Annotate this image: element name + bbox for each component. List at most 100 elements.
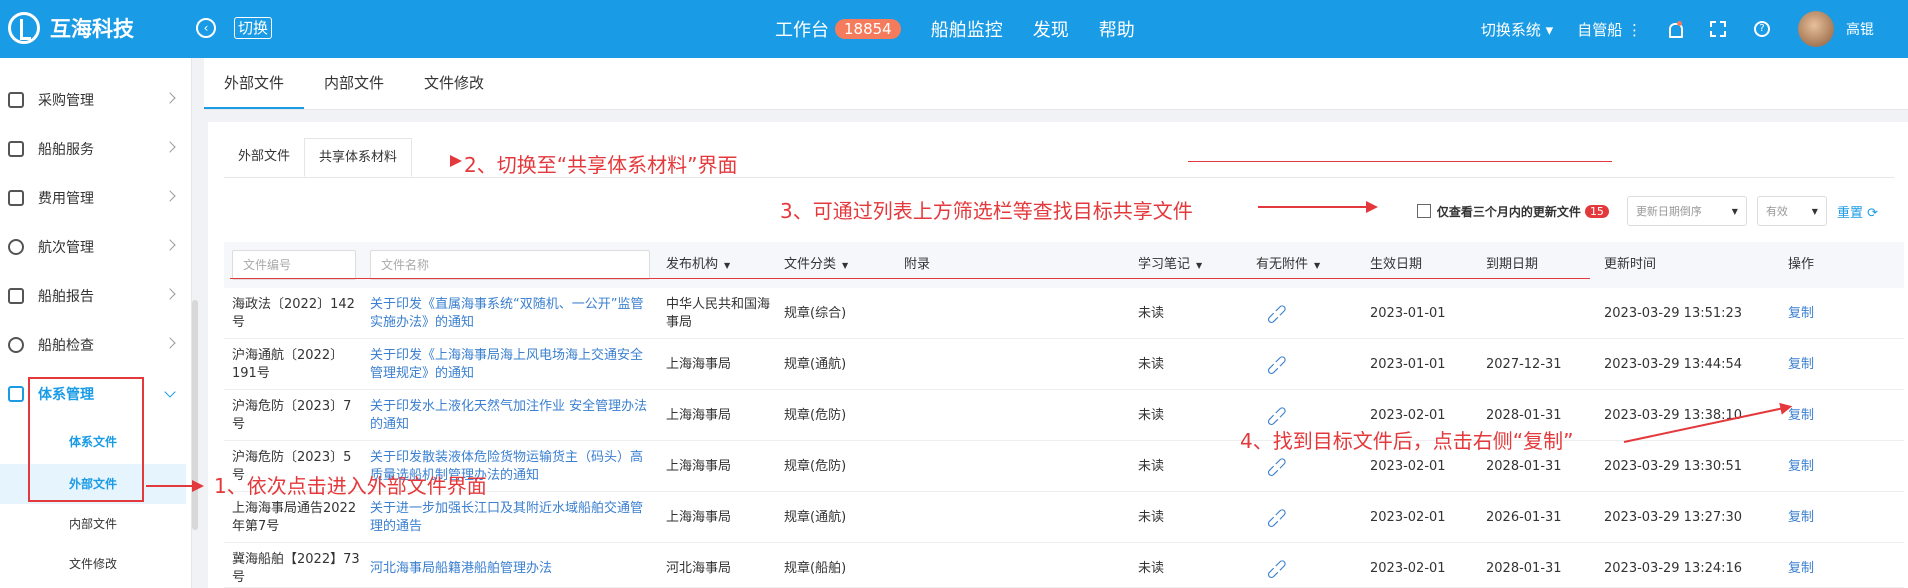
copy-button[interactable]: 复制 <box>1788 339 1814 390</box>
paperclip-icon[interactable]: ⊂⊃ <box>1261 553 1292 584</box>
page-tabs: 外部文件 内部文件 文件修改 <box>204 58 1908 110</box>
chevron-right-icon <box>164 190 176 202</box>
nav-help[interactable]: 帮助 <box>1099 16 1135 42</box>
doc-name-link[interactable]: 关于进一步加强长江口及其附近水域船舶交通管理的通告 <box>370 492 650 543</box>
notes-header[interactable]: 学习笔记 ▼ <box>1138 242 1202 288</box>
paperclip-icon[interactable]: ⊂⊃ <box>1261 298 1292 329</box>
annotation-arrow-3 <box>1258 201 1378 213</box>
workbench-badge: 18854 <box>835 19 901 39</box>
sidebar-item-label: 船舶服务 <box>38 142 94 158</box>
tab-internal[interactable]: 内部文件 <box>304 58 404 109</box>
tab-revision[interactable]: 文件修改 <box>404 58 504 109</box>
copy-button[interactable]: 复制 <box>1788 441 1814 492</box>
subtab-external[interactable]: 外部文件 <box>224 138 304 177</box>
doc-name-link[interactable]: 关于印发《上海海事局海上风电场海上交通安全管理规定》的通知 <box>370 339 650 390</box>
app-root: 互海科技 ‹ 切换 工作台 18854 船舶监控 发现 帮助 切换系统 ▾ 自管… <box>0 0 1908 588</box>
globe-icon <box>8 239 24 255</box>
doc-no-cell: 上海海事局通告2022年第7号 <box>232 500 357 534</box>
doc-no-cell: 冀海船舶【2022】73号 <box>232 551 360 585</box>
paperclip-icon[interactable]: ⊂⊃ <box>1261 349 1292 380</box>
logo: 互海科技 <box>8 12 134 44</box>
sidebar-item-ship-report[interactable]: 船舶报告 <box>0 276 186 316</box>
doc-no-cell: 沪海通航〔2022〕191号 <box>232 347 344 381</box>
doc-no-filter-input[interactable]: 文件编号 <box>232 250 356 280</box>
updated-cell: 2023-03-29 13:38:10 <box>1604 407 1743 423</box>
sidebar-item-label: 采购管理 <box>38 93 94 109</box>
doc-name-filter-input[interactable]: 文件名称 <box>370 250 650 280</box>
notes-cell: 未读 <box>1138 356 1165 372</box>
table-header: 文件编号 文件名称 发布机构 ▼ 文件分类 ▼ 附录 学习笔记 ▼ 有无附件 ▼ 生效日… <box>224 242 1904 288</box>
sidebar-item-purchase[interactable]: 采购管理 <box>0 80 186 120</box>
table-row: 冀海船舶【2022】73号 河北海事局船籍港船舶管理办法 河北海事局 规章(船舶… <box>224 543 1904 588</box>
issuer-header[interactable]: 发布机构 ▼ <box>666 242 730 288</box>
caret-down-icon: ▼ <box>842 261 849 270</box>
paperclip-icon[interactable]: ⊂⊃ <box>1261 451 1292 482</box>
subtab-shared-materials[interactable]: 共享体系材料 <box>304 138 413 177</box>
back-icon[interactable]: ‹ <box>196 18 216 38</box>
chevron-right-icon <box>164 141 176 153</box>
avatar[interactable] <box>1798 11 1834 47</box>
attachment-header[interactable]: 有无附件 ▼ <box>1256 242 1320 288</box>
category-header[interactable]: 文件分类 ▼ <box>784 242 848 288</box>
doc-name-link[interactable]: 关于印发水上液化天然气加注作业 安全管理办法的通知 <box>370 390 650 441</box>
sidebar-scrollbar[interactable] <box>192 300 198 530</box>
issuer-header-label: 发布机构 <box>666 257 719 272</box>
notes-cell: 未读 <box>1138 407 1165 423</box>
nav-workbench[interactable]: 工作台 18854 <box>775 16 901 42</box>
chevron-down-icon <box>164 386 176 398</box>
doc-no-cell: 沪海危防〔2023〕7号 <box>232 398 352 432</box>
sidebar-item-voyage[interactable]: 航次管理 <box>0 227 186 267</box>
status-select-value: 有效 <box>1765 205 1788 218</box>
category-cell: 规章(船舶) <box>784 560 847 576</box>
updated-cell: 2023-03-29 13:44:54 <box>1604 356 1743 372</box>
copy-button[interactable]: 复制 <box>1788 288 1814 339</box>
paperclip-icon[interactable]: ⊂⊃ <box>1261 502 1292 533</box>
sidebar-subitem-internal[interactable]: 内部文件 <box>0 504 186 544</box>
reset-label: 重置 <box>1836 205 1863 221</box>
nav-discover[interactable]: 发现 <box>1033 16 1069 42</box>
annotation-step-3: 3、可通过列表上方筛选栏等查找目标共享文件 <box>780 199 1193 223</box>
issuer-cell: 上海海事局 <box>666 356 732 372</box>
caret-down-icon: ▼ <box>724 261 731 270</box>
sort-select-value: 更新日期倒序 <box>1635 205 1702 218</box>
sidebar-item-label: 船舶检查 <box>38 338 94 354</box>
category-header-label: 文件分类 <box>784 257 837 272</box>
cart-icon <box>8 92 24 108</box>
copy-button[interactable]: 复制 <box>1788 492 1814 543</box>
fullscreen-icon[interactable] <box>1710 21 1726 37</box>
switch-button[interactable]: 切换 <box>234 17 273 39</box>
copy-button[interactable]: 复制 <box>1788 390 1814 441</box>
tab-external[interactable]: 外部文件 <box>204 58 305 109</box>
issuer-cell: 上海海事局 <box>666 509 732 525</box>
sidebar-item-expense[interactable]: 费用管理 <box>0 178 186 218</box>
expiry-header: 到期日期 <box>1486 257 1539 272</box>
table-row: 沪海危防〔2023〕7号 关于印发水上液化天然气加注作业 安全管理办法的通知 上… <box>224 390 1904 441</box>
top-nav: 工作台 18854 船舶监控 发现 帮助 <box>775 0 1165 58</box>
effective-cell: 2023-01-01 <box>1370 356 1446 372</box>
own-ships-menu[interactable]: 自管船 ⋮ <box>1577 19 1642 40</box>
sidebar-item-ship-inspection[interactable]: 船舶检查 <box>0 325 186 365</box>
recent-checkbox[interactable] <box>1416 204 1431 218</box>
sort-select[interactable]: 更新日期倒序 ▼ <box>1626 196 1747 226</box>
sidebar-item-ship-service[interactable]: 船舶服务 <box>0 129 186 169</box>
recent-count-badge: 15 <box>1584 204 1609 218</box>
reset-button[interactable]: 重置 ⟳ <box>1837 202 1878 221</box>
doc-name-link[interactable]: 河北海事局船籍港船舶管理办法 <box>370 543 650 588</box>
sidebar-item-label: 费用管理 <box>38 191 94 207</box>
recent-checkbox-label: 仅查看三个月内的更新文件 <box>1436 204 1581 219</box>
help-icon[interactable]: ? <box>1754 21 1770 37</box>
nav-ship-monitor[interactable]: 船舶监控 <box>931 16 1003 42</box>
doc-name-link[interactable]: 关于印发《直属海事系统“双随机、一公开”监管实施办法》的通知 <box>370 288 650 339</box>
caret-down-icon: ▼ <box>1731 206 1738 216</box>
user-name[interactable]: 高锟 <box>1846 19 1874 39</box>
sidebar-subitem-revision[interactable]: 文件修改 <box>0 544 186 584</box>
check-circle-icon <box>8 337 24 353</box>
switch-system-dropdown[interactable]: 切换系统 ▾ <box>1481 19 1553 40</box>
annotation-step-1: 1、依次点击进入外部文件界面 <box>214 474 487 498</box>
status-select[interactable]: 有效 ▼ <box>1756 196 1827 226</box>
refresh-icon: ⟳ <box>1867 205 1878 221</box>
copy-button[interactable]: 复制 <box>1788 543 1814 588</box>
effective-cell: 2023-01-01 <box>1370 305 1446 321</box>
bell-icon[interactable] <box>1666 21 1683 38</box>
issuer-cell: 河北海事局 <box>666 560 732 576</box>
